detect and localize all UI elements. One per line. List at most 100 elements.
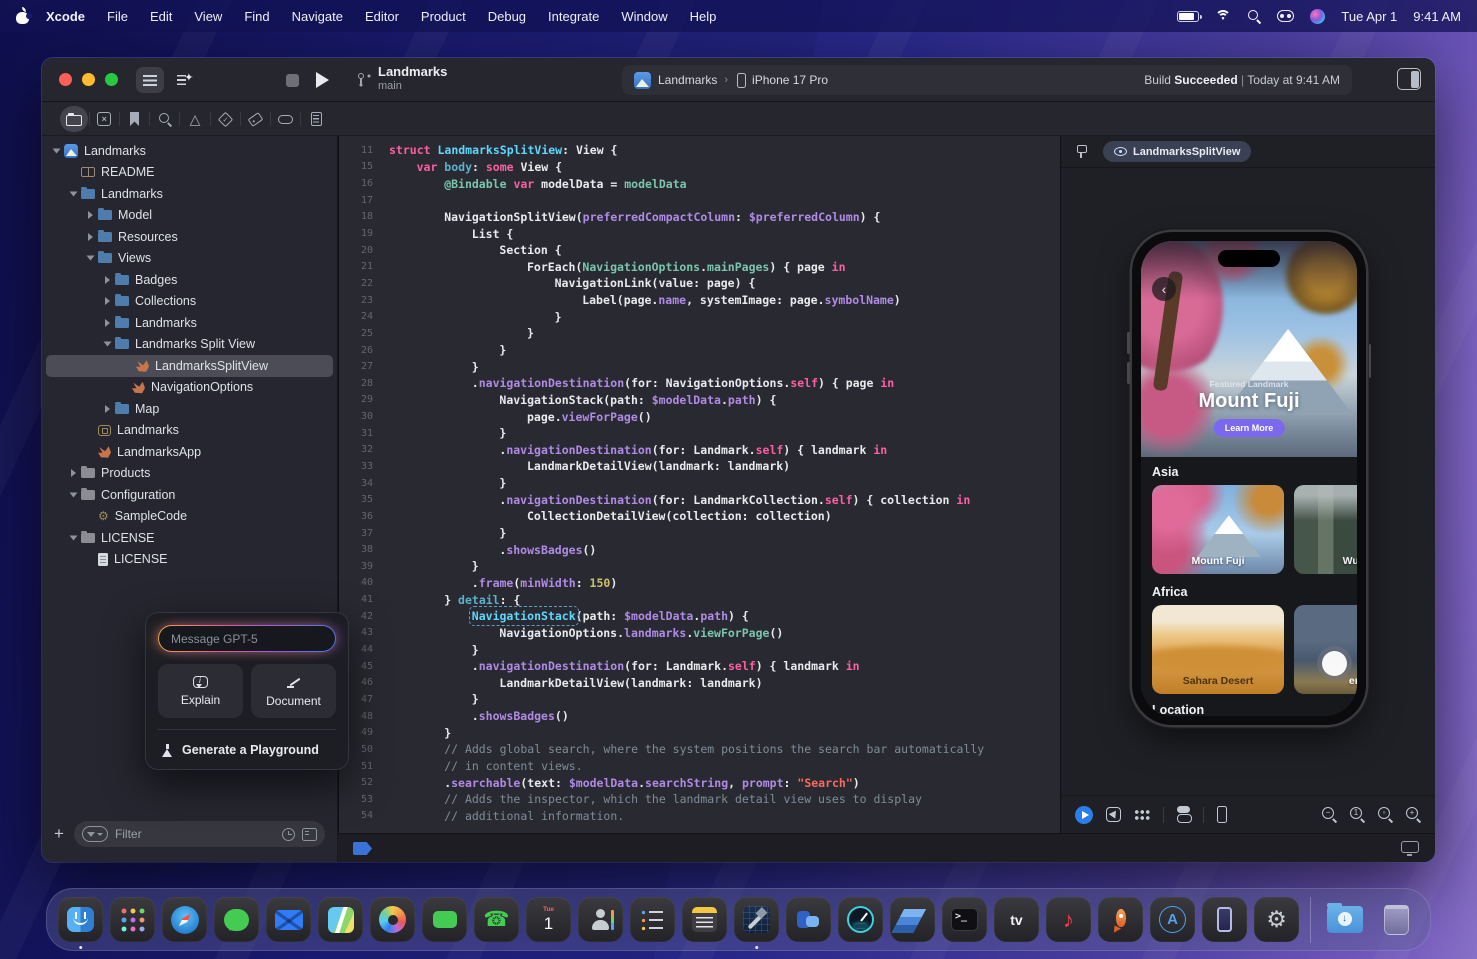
dock-calendar-icon[interactable]: Tue1 <box>526 897 571 942</box>
dock-contacts-icon[interactable] <box>578 897 623 942</box>
gpt-message-input[interactable]: Message GPT-5 <box>158 625 336 652</box>
code-line-54[interactable]: 54// additional information. <box>339 808 1060 825</box>
dock-terminal-icon[interactable] <box>942 897 987 942</box>
stop-button[interactable] <box>278 67 306 93</box>
dock-instruments-icon[interactable] <box>838 897 883 942</box>
siri-icon[interactable] <box>1310 9 1325 24</box>
document-button[interactable]: Document <box>251 664 336 718</box>
dock-finder-icon[interactable] <box>58 897 103 942</box>
code-line-42[interactable]: 42NavigationStack(path: $modelData.path)… <box>339 608 1060 625</box>
code-line-11[interactable]: 11struct LandmarksSplitView: View { <box>339 142 1060 159</box>
code-line-24[interactable]: 24} <box>339 308 1060 325</box>
scheme-selector[interactable]: Landmarks › iPhone 17 Pro Build Succeede… <box>622 65 1352 95</box>
display-icon[interactable] <box>1401 841 1419 853</box>
close-window-button[interactable] <box>59 73 72 86</box>
navigator-tab-bookmark-navigator[interactable] <box>121 106 149 132</box>
device-settings-button[interactable] <box>1177 806 1190 823</box>
code-line-25[interactable]: 25} <box>339 325 1060 342</box>
zoom-fit-icon[interactable]: ▫ <box>1378 807 1393 822</box>
code-line-21[interactable]: 21ForEach(NavigationOptions.mainPages) {… <box>339 258 1060 275</box>
disclosure-open-icon[interactable] <box>104 342 112 347</box>
dock-xcode-icon[interactable] <box>734 897 779 942</box>
code-line-26[interactable]: 26} <box>339 342 1060 359</box>
dock-phone-icon[interactable] <box>474 897 519 942</box>
dock-reminders-icon[interactable] <box>630 897 675 942</box>
learn-more-button[interactable]: Learn More <box>1214 419 1285 437</box>
file-row-license[interactable]: LICENSE <box>42 527 337 549</box>
back-button[interactable]: ‹ <box>1152 277 1176 301</box>
dock-downloads-icon[interactable] <box>1322 897 1367 942</box>
disclosure-open-icon[interactable] <box>53 148 61 153</box>
file-row-products[interactable]: Products <box>42 463 337 485</box>
battery-icon[interactable] <box>1177 11 1199 22</box>
file-row-license[interactable]: LICENSE <box>42 549 337 571</box>
breakpoint-tag-icon[interactable] <box>353 842 372 855</box>
code-line-37[interactable]: 37} <box>339 525 1060 542</box>
build-status[interactable]: Build Succeeded | Today at 9:41 AM <box>1144 73 1340 87</box>
file-row-navigationoptions[interactable]: NavigationOptions <box>42 377 337 399</box>
disclosure-closed-icon[interactable] <box>105 276 110 284</box>
generate-playground-button[interactable]: Generate a Playground <box>158 732 336 768</box>
navigator-tab-find-navigator[interactable] <box>151 106 179 132</box>
file-row-badges[interactable]: Badges <box>42 269 337 291</box>
file-row-landmarkssplitview[interactable]: LandmarksSplitView <box>46 355 333 377</box>
code-line-20[interactable]: 20Section { <box>339 242 1060 259</box>
code-line-27[interactable]: 27} <box>339 358 1060 375</box>
code-line-46[interactable]: 46LandmarkDetailView(landmark: landmark) <box>339 675 1060 692</box>
file-row-landmarks[interactable]: Landmarks <box>42 420 337 442</box>
navigator-tab-test-navigator[interactable] <box>211 106 239 132</box>
code-line-43[interactable]: 43NavigationOptions.landmarks.viewForPag… <box>339 625 1060 642</box>
file-row-configuration[interactable]: Configuration <box>42 484 337 506</box>
device-bezels-button[interactable] <box>1217 806 1227 823</box>
disclosure-open-icon[interactable] <box>70 535 78 540</box>
wifi-icon[interactable] <box>1215 10 1231 22</box>
dock-launchpad-icon[interactable] <box>110 897 155 942</box>
ai-compose-button[interactable] <box>170 67 198 93</box>
file-row-map[interactable]: Map <box>42 398 337 420</box>
file-row-landmarks[interactable]: Landmarks <box>42 183 337 205</box>
file-row-collections[interactable]: Collections <box>42 291 337 313</box>
source-editor[interactable]: 11struct LandmarksSplitView: View {15var… <box>338 136 1060 833</box>
navigator-tab-breakpoint-navigator[interactable] <box>272 106 300 132</box>
scheme-name[interactable]: Landmarks <box>658 73 717 87</box>
disclosure-closed-icon[interactable] <box>105 319 110 327</box>
menu-item-navigate[interactable]: Navigate <box>281 9 354 24</box>
menu-item-product[interactable]: Product <box>410 9 477 24</box>
run-button[interactable] <box>308 67 336 93</box>
dock-safari-icon[interactable] <box>162 897 207 942</box>
menu-item-editor[interactable]: Editor <box>354 9 410 24</box>
code-line-49[interactable]: 49} <box>339 724 1060 741</box>
code-line-19[interactable]: 19List { <box>339 225 1060 242</box>
disclosure-closed-icon[interactable] <box>88 233 93 241</box>
file-row-landmarks[interactable]: Landmarks <box>42 312 337 334</box>
landmark-card-mount-fuji[interactable]: Mount Fuji <box>1152 485 1284 574</box>
code-line-48[interactable]: 48.showsBadges() <box>339 708 1060 725</box>
file-row-landmarksapp[interactable]: LandmarksApp <box>42 441 337 463</box>
dock-trash-icon[interactable] <box>1374 897 1419 942</box>
dock-apple-tv-icon[interactable] <box>994 897 1039 942</box>
preview-tab[interactable]: LandmarksSplitView <box>1103 141 1251 162</box>
apple-logo-icon[interactable] <box>16 9 29 24</box>
dock-simulator-icon[interactable] <box>1098 897 1143 942</box>
iphone-screen[interactable]: ‹ Featured Landmark Mount Fuji Learn Mor… <box>1141 241 1357 716</box>
menu-item-xcode[interactable]: Xcode <box>35 9 96 24</box>
file-row-landmarks-split-view[interactable]: Landmarks Split View <box>42 334 337 356</box>
source-control-status-icon[interactable] <box>302 828 317 841</box>
dock-devices-icon[interactable] <box>1202 897 1247 942</box>
inspector-toggle-button[interactable] <box>1397 68 1421 90</box>
code-line-45[interactable]: 45.navigationDestination(for: Landmark.s… <box>339 658 1060 675</box>
code-line-32[interactable]: 32.navigationDestination(for: Landmark.s… <box>339 442 1060 459</box>
file-row-resources[interactable]: Resources <box>42 226 337 248</box>
code-line-22[interactable]: 22NavigationLink(value: page) { <box>339 275 1060 292</box>
menu-item-edit[interactable]: Edit <box>139 9 183 24</box>
file-row-readme[interactable]: README <box>42 162 337 184</box>
code-line-31[interactable]: 31} <box>339 425 1060 442</box>
disclosure-closed-icon[interactable] <box>105 405 110 413</box>
code-line-44[interactable]: 44} <box>339 641 1060 658</box>
run-destination[interactable]: iPhone 17 Pro <box>752 73 828 87</box>
pin-icon[interactable] <box>1075 144 1087 160</box>
disclosure-closed-icon[interactable] <box>88 211 93 219</box>
disclosure-open-icon[interactable] <box>70 492 78 497</box>
file-row-samplecode[interactable]: SampleCode <box>42 506 337 528</box>
dock-notes-icon[interactable] <box>682 897 727 942</box>
